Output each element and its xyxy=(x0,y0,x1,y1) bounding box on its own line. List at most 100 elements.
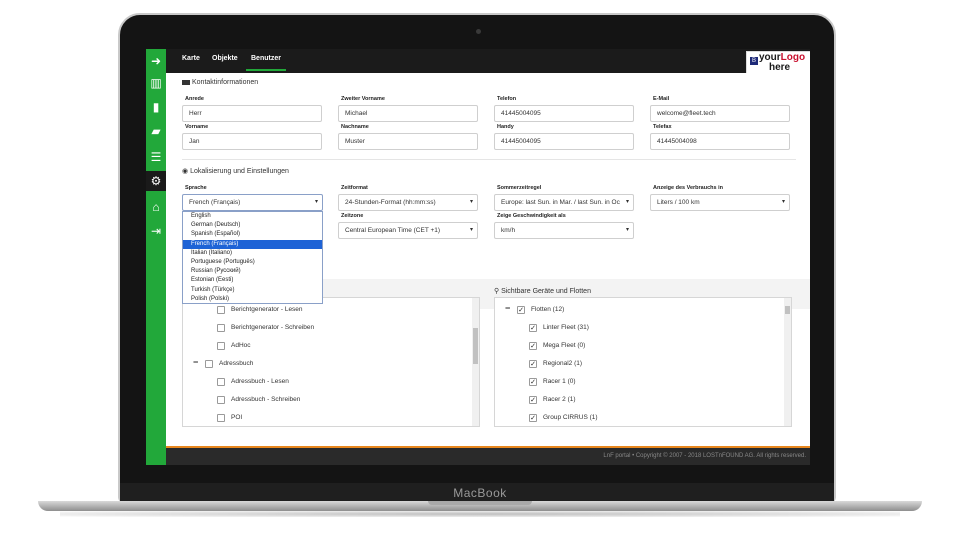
zeitzone-select[interactable]: Central European Time (CET +1) xyxy=(338,222,478,239)
id-card-icon xyxy=(182,79,190,85)
nachname-field[interactable]: Muster xyxy=(338,133,478,150)
tab-objekte[interactable]: Objekte xyxy=(212,55,238,62)
fleets-section-title: ⚲ Sichtbare Geräte und Flotten xyxy=(494,288,591,295)
chart-icon[interactable]: ▮ xyxy=(146,97,166,117)
vorname-field[interactable]: Jan xyxy=(182,133,322,150)
top-nav: Karte Objekte Benutzer B yourLogo here xyxy=(166,49,810,74)
collapse-icon[interactable]: − xyxy=(505,303,510,313)
label-verbrauch: Anzeige des Verbrauchs in xyxy=(653,185,723,191)
label-sommerzeitregel: Sommerzeitregel xyxy=(497,185,542,191)
label-zeitzone: Zeitzone xyxy=(341,213,364,219)
tree-item-label: AdHoc xyxy=(231,342,251,349)
checkbox[interactable]: ✓ xyxy=(529,378,537,386)
label-sprache: Sprache xyxy=(185,185,207,191)
checkbox[interactable] xyxy=(205,360,213,368)
label-vorname: Vorname xyxy=(185,124,209,130)
label-nachname: Nachname xyxy=(341,124,369,130)
footer: LnF portal • Copyright © 2007 - 2018 LOS… xyxy=(166,448,810,465)
tab-karte[interactable]: Karte xyxy=(182,55,200,62)
tree-item-label: Berichtgenerator - Schreiben xyxy=(231,324,315,331)
zweiter-vorname-field[interactable]: Michael xyxy=(338,105,478,122)
language-option[interactable]: Turkish (Türkçe) xyxy=(183,286,322,295)
checkbox[interactable] xyxy=(217,414,225,422)
logout-icon[interactable]: ⇥ xyxy=(146,221,166,241)
checkbox[interactable]: ✓ xyxy=(529,414,537,422)
checkbox[interactable] xyxy=(217,306,225,314)
scrollbar[interactable] xyxy=(472,298,479,426)
language-option-selected[interactable]: French (Français) xyxy=(183,239,322,249)
gear-icon[interactable]: ⚙ xyxy=(146,171,166,191)
label-handy: Handy xyxy=(497,124,514,130)
tree-item-label: Adressbuch - Schreiben xyxy=(231,396,301,403)
fleets-panel: − ✓ Flotten (12) ✓ Linter Fleet (31) ✓ M… xyxy=(494,297,792,427)
label-zweiter-vorname: Zweiter Vorname xyxy=(341,96,385,102)
tree-item-label: Adressbuch xyxy=(219,360,254,367)
brand-logo: B yourLogo here xyxy=(746,51,810,74)
tree-item-label: Berichtgenerator - Lesen xyxy=(231,306,303,313)
language-option[interactable]: English xyxy=(183,212,322,221)
language-option[interactable]: Russian (Русский) xyxy=(183,267,322,276)
bank-icon[interactable]: ⌂ xyxy=(146,197,166,217)
language-option[interactable]: German (Deutsch) xyxy=(183,221,322,230)
screen: ➜ ▥ ▮ ▰ ☰ ⚙ ⌂ ⇥ Karte Objekte Benutzer B… xyxy=(146,49,810,465)
label-anrede: Anrede xyxy=(185,96,204,102)
handy-field[interactable]: 41445004095 xyxy=(494,133,634,150)
checkbox[interactable] xyxy=(217,324,225,332)
collapse-icon[interactable]: − xyxy=(193,357,198,367)
tree-item-label: Flotten (12) xyxy=(531,306,565,313)
checkbox[interactable]: ✓ xyxy=(529,342,537,350)
scrollbar[interactable] xyxy=(784,298,791,426)
contact-section-title: Kontaktinformationen xyxy=(182,79,258,86)
sommerzeitregel-select[interactable]: Europe: last Sun. in Mar. / last Sun. in… xyxy=(494,194,634,211)
label-telefon: Telefon xyxy=(497,96,517,102)
anrede-field[interactable]: Herr xyxy=(182,105,322,122)
verbrauch-select[interactable]: Liters / 100 km xyxy=(650,194,790,211)
email-field[interactable]: welcome@fleet.tech xyxy=(650,105,790,122)
scrollbar-thumb[interactable] xyxy=(785,306,790,314)
list-icon[interactable]: ☰ xyxy=(146,147,166,167)
language-option[interactable]: Polish (Polski) xyxy=(183,295,322,304)
tree-item-label: Linter Fleet (31) xyxy=(543,324,589,331)
label-geschwindigkeit: Zeige Geschwindigkeit als xyxy=(497,213,566,219)
checkbox[interactable]: ✓ xyxy=(529,360,537,368)
active-tab-indicator xyxy=(246,69,286,71)
tree-item-label: Racer 2 (1) xyxy=(543,396,576,403)
tree-item-label: Group CIRRUS (1) xyxy=(543,414,598,421)
label-zeitformat: Zeitformat xyxy=(341,185,368,191)
label-telefax: Telefax xyxy=(653,124,672,130)
localization-section-title: ◉ Lokalisierung und Einstellungen xyxy=(182,168,289,175)
tree-item-label: POI xyxy=(231,414,243,421)
logo-line2: here xyxy=(769,62,791,73)
checkbox[interactable]: ✓ xyxy=(517,306,525,314)
divider xyxy=(182,159,796,160)
telefon-field[interactable]: 41445004095 xyxy=(494,105,634,122)
device-label: MacBook xyxy=(453,486,507,500)
label-email: E-Mail xyxy=(653,96,670,102)
language-option[interactable]: Portuguese (Português) xyxy=(183,258,322,267)
main-content: Kontaktinformationen Anrede Zweiter Vorn… xyxy=(166,73,810,448)
sidebar: ➜ ▥ ▮ ▰ ☰ ⚙ ⌂ ⇥ xyxy=(146,49,166,465)
telefax-field[interactable]: 41445004098 xyxy=(650,133,790,150)
arrow-right-icon[interactable]: ➜ xyxy=(146,51,166,71)
book-icon[interactable]: ▰ xyxy=(146,121,166,141)
language-option[interactable]: Estonian (Eesti) xyxy=(183,276,322,285)
checkbox[interactable] xyxy=(217,396,225,404)
logo-mark: B xyxy=(750,57,758,65)
checkbox[interactable] xyxy=(217,378,225,386)
checkbox[interactable]: ✓ xyxy=(529,396,537,404)
tree-item-label: Regional2 (1) xyxy=(543,360,583,367)
language-option[interactable]: Italian (Italiano) xyxy=(183,249,322,258)
camera xyxy=(476,29,481,34)
scrollbar-thumb[interactable] xyxy=(473,328,478,364)
sprache-select[interactable]: French (Français) xyxy=(182,194,323,211)
laptop-notch xyxy=(428,501,532,505)
checkbox[interactable] xyxy=(217,342,225,350)
map-icon[interactable]: ▥ xyxy=(146,73,166,93)
laptop-shadow xyxy=(60,511,900,517)
language-option[interactable]: Spanish (Español) xyxy=(183,230,322,239)
tab-benutzer[interactable]: Benutzer xyxy=(251,55,281,62)
tree-item-label: Mega Fleet (0) xyxy=(543,342,586,349)
checkbox[interactable]: ✓ xyxy=(529,324,537,332)
geschwindigkeit-select[interactable]: km/h xyxy=(494,222,634,239)
zeitformat-select[interactable]: 24-Stunden-Format (hh:mm:ss) xyxy=(338,194,478,211)
